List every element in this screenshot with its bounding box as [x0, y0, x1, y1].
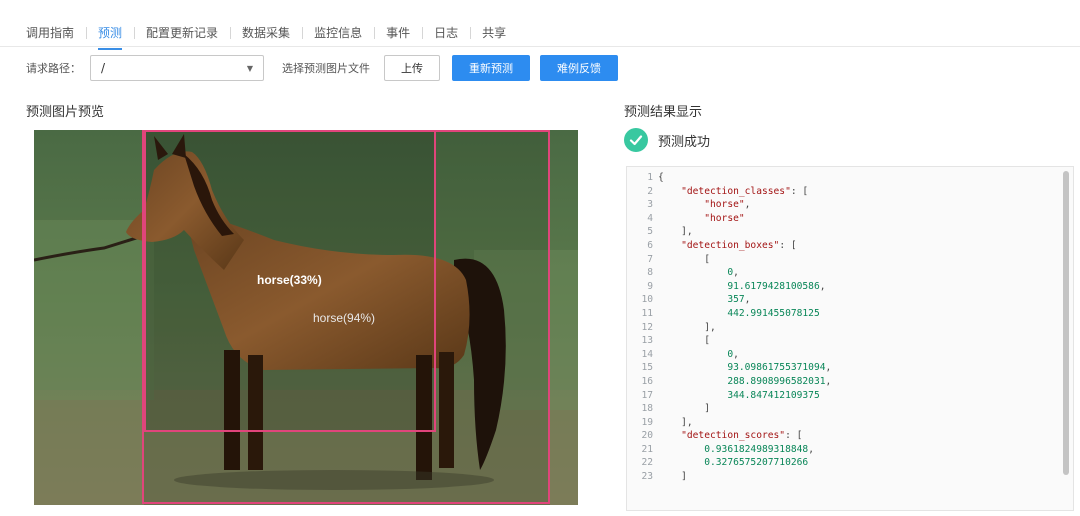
line-number: 9 — [647, 280, 653, 292]
line-number: 6 — [647, 239, 653, 251]
line-number: 8 — [647, 267, 653, 279]
code-line: "detection_boxes": [ — [681, 239, 797, 251]
code-line: 288.8908996582031, — [727, 375, 832, 387]
line-number: 16 — [641, 375, 653, 387]
line-number: 3 — [647, 199, 653, 211]
code-line: ], — [658, 226, 693, 238]
code-line: 442.991455078125 — [727, 307, 820, 319]
code-line: "detection_classes": [ — [681, 185, 809, 197]
request-path-label: 请求路径： — [26, 62, 81, 75]
code-line: 0.3276575207710266 — [704, 457, 809, 469]
json-result-viewer[interactable]: 1 2 3 4 5 6 7 8 9 10 11 12 13 14 15 16 17 18 19 20 21 22 23 { … — [626, 166, 1074, 511]
line-number: 22 — [641, 457, 653, 469]
request-path-value: / — [101, 61, 106, 75]
preview-title: 预测图片预览 — [26, 105, 105, 120]
tab-api-guide[interactable]: 调用指南 — [26, 25, 86, 41]
code-line: ] — [658, 471, 687, 483]
code-line: 0, — [727, 348, 739, 360]
code-line: "horse" — [704, 212, 745, 224]
tab-bar: 调用指南 预测 配置更新记录 数据采集 监控信息 事件 日志 共享 — [26, 22, 518, 50]
line-number: 21 — [641, 443, 653, 455]
line-number: 2 — [647, 185, 653, 197]
upload-button[interactable]: 上传 — [384, 55, 440, 81]
result-title: 预测结果显示 — [624, 105, 703, 120]
code-line: 91.6179428100586, — [727, 280, 826, 292]
prediction-image: horse(33%) horse(94%) — [34, 130, 578, 505]
status-text: 预测成功 — [658, 134, 711, 150]
line-number: 19 — [641, 416, 653, 428]
code-line: 344.847412109375 — [727, 389, 820, 401]
line-number: 5 — [647, 226, 653, 238]
line-number: 12 — [641, 321, 653, 333]
check-circle-icon — [624, 128, 648, 152]
line-number: 10 — [641, 294, 653, 306]
code-line: "horse", — [704, 199, 751, 211]
chevron-down-icon: ▼ — [246, 63, 253, 73]
tab-data-collection[interactable]: 数据采集 — [230, 25, 302, 41]
horse-photo — [34, 130, 578, 505]
hard-example-feedback-button[interactable]: 难例反馈 — [540, 55, 618, 81]
detection-label-1: horse(33%) — [257, 273, 322, 287]
line-number: 17 — [641, 389, 653, 401]
tab-logs[interactable]: 日志 — [422, 25, 470, 41]
tab-share[interactable]: 共享 — [470, 25, 518, 41]
code-line: ], — [658, 321, 716, 333]
line-number: 13 — [641, 335, 653, 347]
code-line: 0.9361824989318848, — [704, 443, 814, 455]
code-line: ] — [658, 403, 710, 415]
prediction-status: 预测成功 — [624, 128, 710, 152]
line-numbers: 1 2 3 4 5 6 7 8 9 10 11 12 13 14 15 16 17 18 19 20 21 22 23 — [627, 171, 653, 484]
request-path-select[interactable]: / ▼ — [90, 55, 264, 81]
code-line: ], — [658, 416, 693, 428]
tab-events[interactable]: 事件 — [374, 25, 422, 41]
code-line: [ — [658, 253, 710, 265]
code-line: 357, — [727, 294, 751, 306]
line-number: 20 — [641, 430, 653, 442]
line-number: 7 — [647, 253, 653, 265]
code-line: "detection_scores": [ — [681, 430, 803, 442]
json-code: { "detection_classes": [ "horse", "horse… — [658, 171, 831, 484]
tab-monitoring[interactable]: 监控信息 — [302, 25, 374, 41]
repredict-button[interactable]: 重新预测 — [452, 55, 530, 81]
line-number: 4 — [647, 212, 653, 224]
tab-divider — [0, 46, 1080, 47]
line-number: 23 — [641, 471, 653, 483]
line-number: 1 — [647, 172, 653, 183]
tab-predict[interactable]: 预测 — [86, 25, 134, 50]
detection-label-2: horse(94%) — [313, 311, 376, 325]
tab-config-history[interactable]: 配置更新记录 — [134, 25, 230, 41]
code-line: 0, — [727, 267, 739, 279]
code-line: 93.09861755371094, — [727, 362, 832, 374]
predict-toolbar: 请求路径： / ▼ 选择预测图片文件 上传 重新预测 难例反馈 — [26, 55, 618, 81]
line-number: 11 — [641, 307, 653, 319]
code-line: [ — [658, 335, 710, 347]
line-number: 15 — [641, 362, 653, 374]
line-number: 18 — [641, 403, 653, 415]
scrollbar[interactable] — [1063, 171, 1069, 475]
code-line: { — [658, 172, 664, 183]
select-file-label: 选择预测图片文件 — [282, 62, 370, 75]
line-number: 14 — [641, 348, 653, 360]
